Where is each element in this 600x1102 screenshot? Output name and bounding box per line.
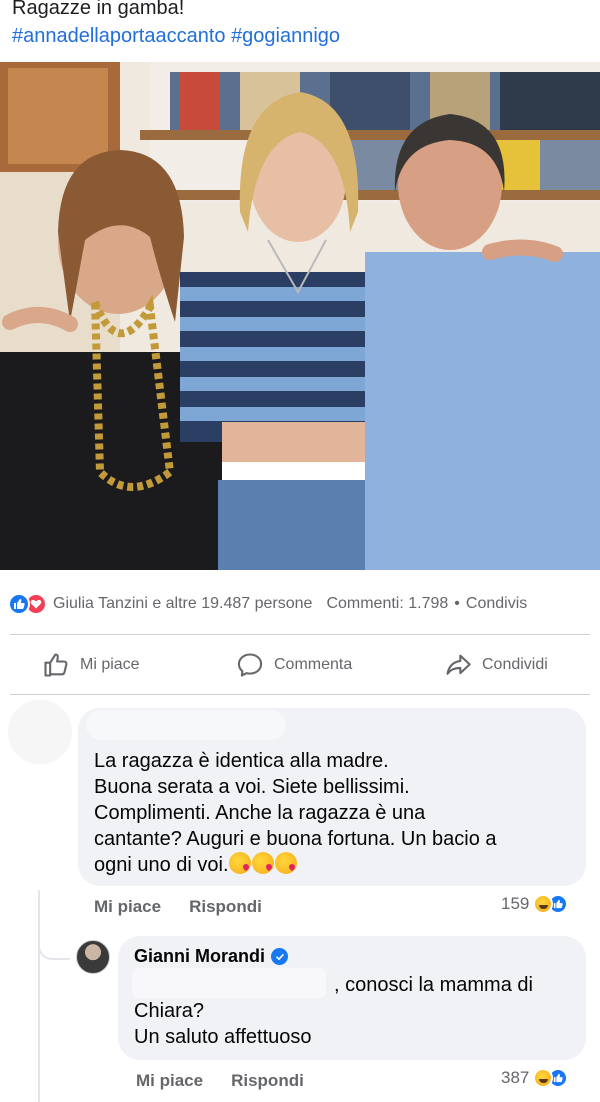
comment-actions: Mi piace Rispondi — [94, 897, 290, 917]
reactions-text[interactable]: Giulia Tanzini e altre 19.487 persone — [53, 595, 312, 613]
reply-reply-button[interactable]: Rispondi — [231, 1071, 304, 1091]
comment-like-button[interactable]: Mi piace — [94, 897, 161, 917]
kiss-emoji-icon — [251, 852, 274, 874]
reaction-icons[interactable] — [8, 593, 47, 615]
post-text: Ragazze in gamba! #annadellaportaaccanto… — [12, 0, 340, 50]
comments-count[interactable]: Commenti: 1.798 — [326, 595, 448, 613]
reaction-count-value: 159 — [501, 894, 530, 913]
kiss-emoji-icon — [228, 852, 251, 874]
comment-bubble-icon — [237, 653, 263, 677]
reply-like-button[interactable]: Mi piace — [136, 1071, 203, 1091]
reaction-count-value: 387 — [501, 1068, 530, 1087]
comment-line: La ragazza è identica alla madre. — [94, 750, 389, 772]
divider — [10, 634, 590, 635]
comment-text: La ragazza è identica alla madre. Buona … — [94, 748, 579, 878]
reply-actions: Mi piace Rispondi — [136, 1071, 332, 1091]
reply-reaction-count[interactable]: 387 — [501, 1068, 569, 1088]
reply-thread-connector — [38, 920, 70, 960]
reply-author[interactable]: Gianni Morandi — [134, 946, 289, 967]
comment-line: cantante? Auguri e buona fortuna. Un bac… — [94, 828, 497, 850]
stats-separator: • — [454, 595, 460, 612]
divider — [10, 694, 590, 695]
post-caption: Ragazze in gamba! — [12, 0, 185, 19]
reply-author-name: Gianni Morandi — [134, 946, 266, 966]
comment-button-label: Commenta — [274, 656, 353, 673]
like-reaction-icon — [8, 593, 30, 615]
comment-button[interactable]: Commenta — [236, 651, 352, 679]
comment-reply-button[interactable]: Rispondi — [189, 897, 262, 917]
redacted-author-name — [86, 710, 286, 740]
share-arrow-icon — [446, 654, 471, 675]
comment-line-with-emoji: ogni uno di voi. — [94, 852, 579, 878]
comment-line: ogni uno di voi. — [94, 854, 229, 876]
avatar[interactable] — [76, 940, 110, 974]
kiss-emoji-icon — [274, 852, 297, 874]
reply-line: Un saluto affettuoso — [134, 1026, 312, 1048]
post-stats: Giulia Tanzini e altre 19.487 persone Co… — [0, 588, 600, 620]
share-button[interactable]: Condividi — [444, 651, 548, 679]
like-button-label: Mi piace — [80, 656, 140, 673]
comment-bubble: La ragazza è identica alla madre. Buona … — [78, 708, 586, 886]
redacted-mention — [132, 968, 326, 998]
post-hashtags[interactable]: #annadellaportaaccanto #gogiannigo — [12, 22, 340, 50]
reply-bubble: Gianni Morandi , conosci la mamma di Chi… — [118, 936, 586, 1060]
like-button[interactable]: Mi piace — [42, 651, 140, 679]
action-bar: Mi piace Commenta Condividi — [0, 643, 600, 687]
reply-line: Chiara? — [134, 1000, 205, 1022]
thumbs-up-icon — [44, 653, 68, 677]
share-button-label: Condividi — [482, 656, 548, 673]
post-photo[interactable] — [0, 62, 600, 570]
avatar[interactable] — [8, 700, 72, 764]
shares-count[interactable]: Condivis — [466, 595, 527, 613]
verified-badge-icon — [271, 948, 289, 965]
comment-line: Buona serata a voi. Siete bellissimi. — [94, 776, 410, 798]
comment-reaction-count[interactable]: 159 — [501, 894, 569, 914]
comment-line: Complimenti. Anche la ragazza è una — [94, 802, 426, 824]
